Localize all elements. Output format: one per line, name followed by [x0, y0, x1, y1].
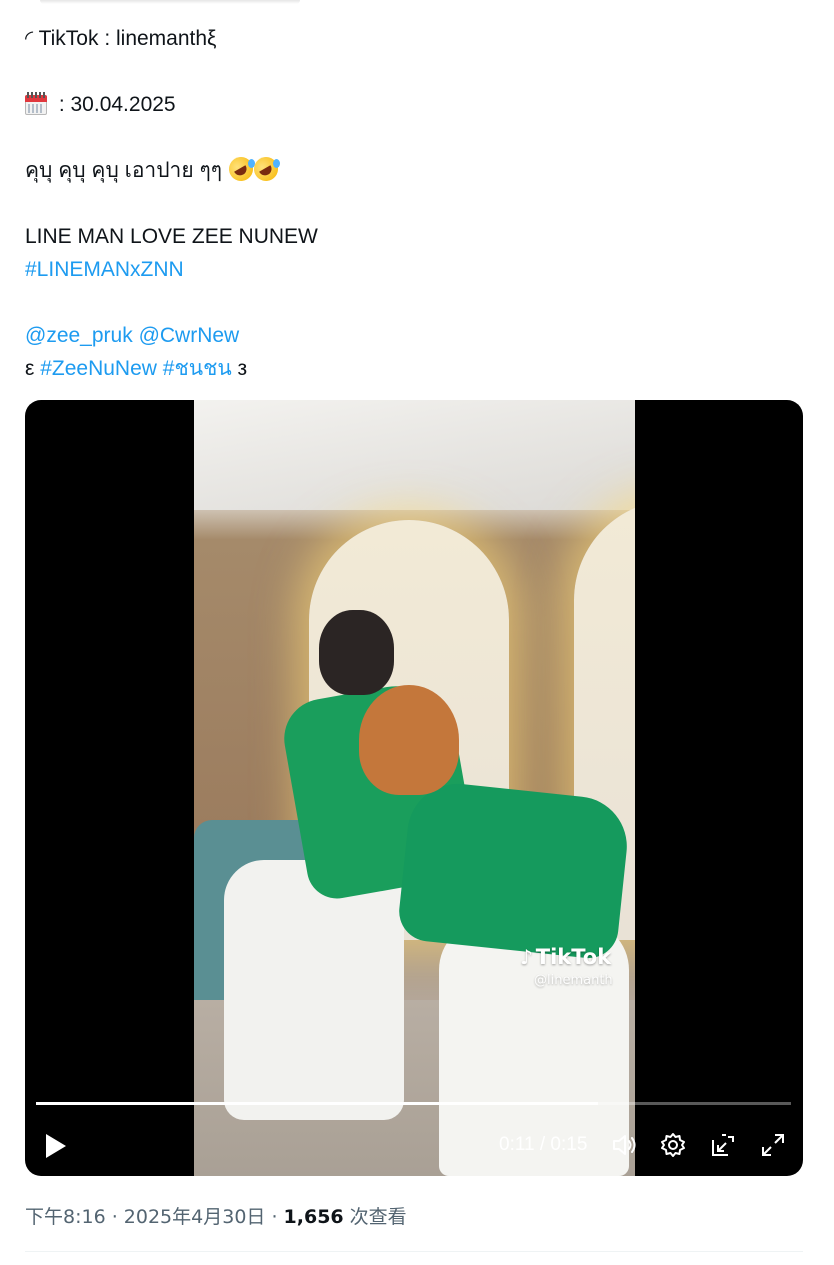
date-text: : 30.04.2025 — [53, 93, 176, 116]
watermark-handle: @linemanth — [534, 973, 613, 988]
pop-out-icon — [712, 1134, 734, 1156]
hashtag-zeenunew-link[interactable]: #ZeeNuNew — [40, 357, 157, 380]
watermark-logo-text: TikTok — [535, 945, 612, 969]
play-button[interactable] — [43, 1132, 69, 1160]
top-edge-shadow — [40, 0, 300, 4]
settings-gear-icon — [661, 1133, 685, 1157]
views-count: 1,656 — [283, 1206, 344, 1228]
tiktok-note-icon: ♪ — [520, 945, 533, 969]
views-label: 次查看 — [343, 1206, 407, 1228]
volume-icon — [613, 1135, 636, 1155]
brace-open: ε — [25, 357, 41, 380]
video-player[interactable]: ♪ TikTok @linemanth 0:11 / 0:15 — [25, 400, 803, 1176]
mention-cwrnew-link[interactable]: @CwrNew — [139, 324, 240, 347]
tiktok-watermark: ♪ TikTok @linemanth — [520, 945, 613, 988]
hashtags-line: ε #ZeeNuNew #ชนชน з — [25, 352, 805, 385]
progress-bar-fill — [36, 1102, 599, 1105]
video-frame[interactable]: ♪ TikTok @linemanth — [194, 400, 635, 1176]
hashtag-linemanxznn-link[interactable]: #LINEMANxZNN — [25, 258, 184, 281]
calendar-emoji-icon — [25, 91, 47, 115]
fullscreen-icon — [762, 1134, 784, 1156]
brace-close: з — [231, 357, 248, 380]
tiktok-source-line: ◜ TikTok : linemanthξ — [25, 27, 217, 50]
campaign-title: LINE MAN LOVE ZEE NUNEW — [25, 225, 318, 248]
rolling-laughing-emoji-icon — [224, 152, 258, 186]
play-icon — [46, 1134, 66, 1158]
tweet-timestamp[interactable]: 下午8:16 · 2025年4月30日 · — [25, 1206, 284, 1228]
fullscreen-button[interactable] — [759, 1131, 787, 1159]
mention-zee-pruk-link[interactable]: @zee_pruk — [25, 324, 133, 347]
thai-caption-line: คุบุ คุบุ คุบุ เอาปาย ๆๆ — [25, 152, 805, 187]
tweet-text: ◜ TikTok : linemanthξ : 30.04.2025 คุบุ … — [25, 22, 805, 385]
divider — [25, 1251, 803, 1252]
settings-button[interactable] — [659, 1131, 687, 1159]
thai-caption-text: คุบุ คุบุ คุบุ เอาปาย ๆๆ — [25, 159, 228, 182]
pop-out-button[interactable] — [709, 1131, 737, 1159]
mentions-line: @zee_pruk @CwrNew — [25, 319, 805, 352]
rolling-laughing-emoji-icon — [249, 152, 283, 186]
time-display: 0:11 / 0:15 — [499, 1134, 588, 1155]
progress-bar[interactable] — [36, 1102, 791, 1105]
hashtag-thai-link[interactable]: #ชนชน — [163, 357, 232, 380]
video-controls: 0:11 / 0:15 — [25, 1126, 803, 1166]
volume-button[interactable] — [610, 1131, 638, 1159]
tweet-metadata: 下午8:16 · 2025年4月30日 · 1,656 次查看 — [25, 1202, 407, 1229]
date-line: : 30.04.2025 — [25, 88, 805, 121]
